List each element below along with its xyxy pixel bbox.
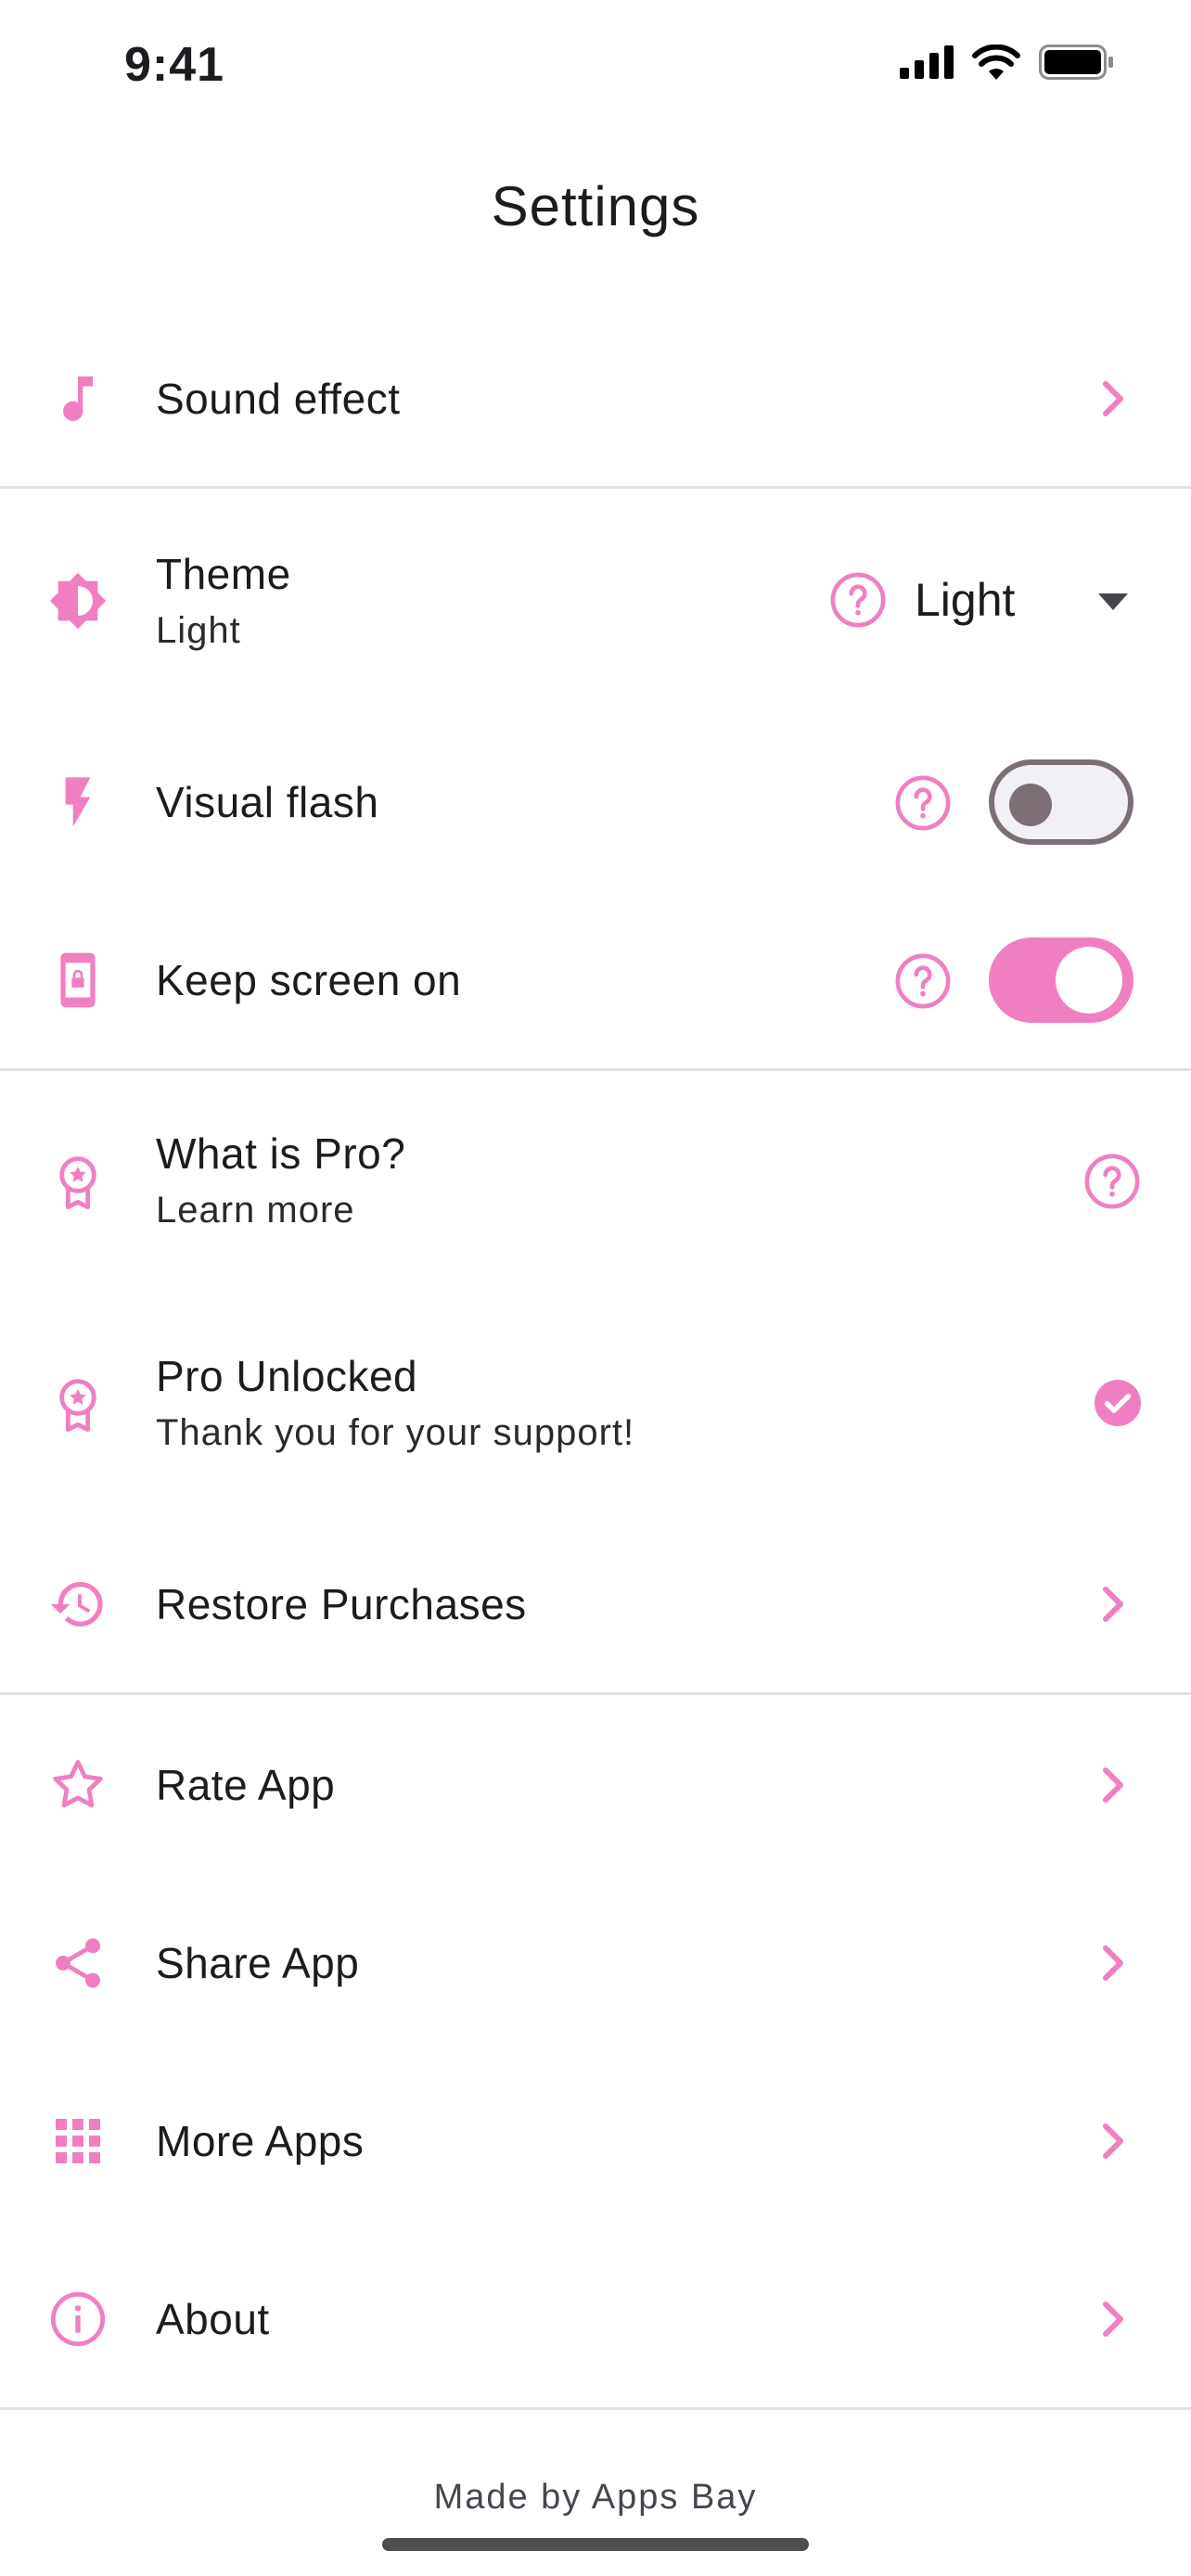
- footer-credit: Made by Apps Bay: [433, 2478, 758, 2517]
- share-icon: [48, 1933, 108, 1993]
- theme-subtitle: Light: [156, 610, 241, 651]
- home-indicator[interactable]: [382, 2538, 809, 2551]
- battery-icon: [1039, 45, 1113, 80]
- badge-icon: [48, 1375, 108, 1435]
- check-circle-icon: [1095, 1380, 1141, 1426]
- help-icon[interactable]: [1083, 1153, 1141, 1210]
- status-icons: [900, 45, 1115, 80]
- divider: [0, 1692, 1191, 1695]
- chevron-right-icon: [1103, 1587, 1123, 1622]
- toggle-knob: [1056, 947, 1122, 1014]
- rate-app-row[interactable]: Rate App: [0, 1734, 1191, 1836]
- restore-purchases-label: Restore Purchases: [156, 1580, 527, 1628]
- signal-icon: [900, 45, 954, 79]
- about-label: About: [156, 2295, 270, 2343]
- share-app-label: Share App: [156, 1939, 360, 1987]
- share-app-row[interactable]: Share App: [0, 1912, 1191, 2014]
- status-time: 9:41: [124, 38, 225, 92]
- chevron-right-icon: [1103, 2302, 1123, 2337]
- theme-icon: [48, 571, 108, 631]
- chevron-right-icon: [1103, 381, 1123, 416]
- dropdown-arrow-icon[interactable]: [1098, 593, 1128, 612]
- rate-app-label: Rate App: [156, 1761, 336, 1809]
- grid-icon: [48, 2111, 108, 2171]
- phone-lock-icon: [48, 950, 108, 1010]
- visual-flash-label: Visual flash: [156, 778, 379, 826]
- keep-screen-on-toggle[interactable]: [989, 937, 1133, 1023]
- restore-purchases-row[interactable]: Restore Purchases: [0, 1553, 1191, 1655]
- sound-effect-row[interactable]: Sound effect: [0, 348, 1191, 450]
- more-apps-label: More Apps: [156, 2117, 365, 2165]
- theme-label: Theme: [156, 550, 291, 598]
- what-is-pro-subtitle: Learn more: [156, 1190, 355, 1231]
- divider: [0, 486, 1191, 489]
- bolt-icon: [48, 772, 108, 832]
- visual-flash-row[interactable]: Visual flash: [0, 751, 1191, 853]
- more-apps-row[interactable]: More Apps: [0, 2090, 1191, 2192]
- about-row[interactable]: About: [0, 2268, 1191, 2370]
- theme-dropdown-value[interactable]: Light: [915, 573, 1015, 627]
- pro-unlocked-subtitle: Thank you for your support!: [156, 1412, 635, 1453]
- keep-screen-on-row[interactable]: Keep screen on: [0, 929, 1191, 1031]
- pro-unlocked-row: Pro Unlocked Thank you for your support!: [0, 1340, 1191, 1470]
- visual-flash-toggle[interactable]: [989, 759, 1133, 845]
- theme-row[interactable]: Theme Light Light: [0, 538, 1191, 668]
- what-is-pro-row[interactable]: What is Pro? Learn more: [0, 1117, 1191, 1247]
- help-icon[interactable]: [829, 571, 887, 629]
- chevron-right-icon: [1103, 2123, 1123, 2159]
- help-icon[interactable]: [894, 774, 952, 832]
- divider: [0, 1068, 1191, 1071]
- help-icon[interactable]: [894, 952, 952, 1010]
- wifi-icon: [972, 45, 1020, 80]
- music-note-icon: [48, 369, 108, 428]
- history-icon: [48, 1575, 108, 1634]
- toggle-knob: [1009, 784, 1052, 826]
- page-title: Settings: [491, 175, 700, 237]
- star-icon: [48, 1755, 108, 1815]
- keep-screen-on-label: Keep screen on: [156, 956, 462, 1004]
- divider: [0, 2407, 1191, 2410]
- chevron-right-icon: [1103, 1945, 1123, 1981]
- what-is-pro-label: What is Pro?: [156, 1129, 406, 1178]
- sound-effect-label: Sound effect: [156, 375, 401, 423]
- info-icon: [48, 2289, 108, 2349]
- badge-icon: [48, 1153, 108, 1212]
- pro-unlocked-label: Pro Unlocked: [156, 1352, 418, 1400]
- chevron-right-icon: [1103, 1767, 1123, 1803]
